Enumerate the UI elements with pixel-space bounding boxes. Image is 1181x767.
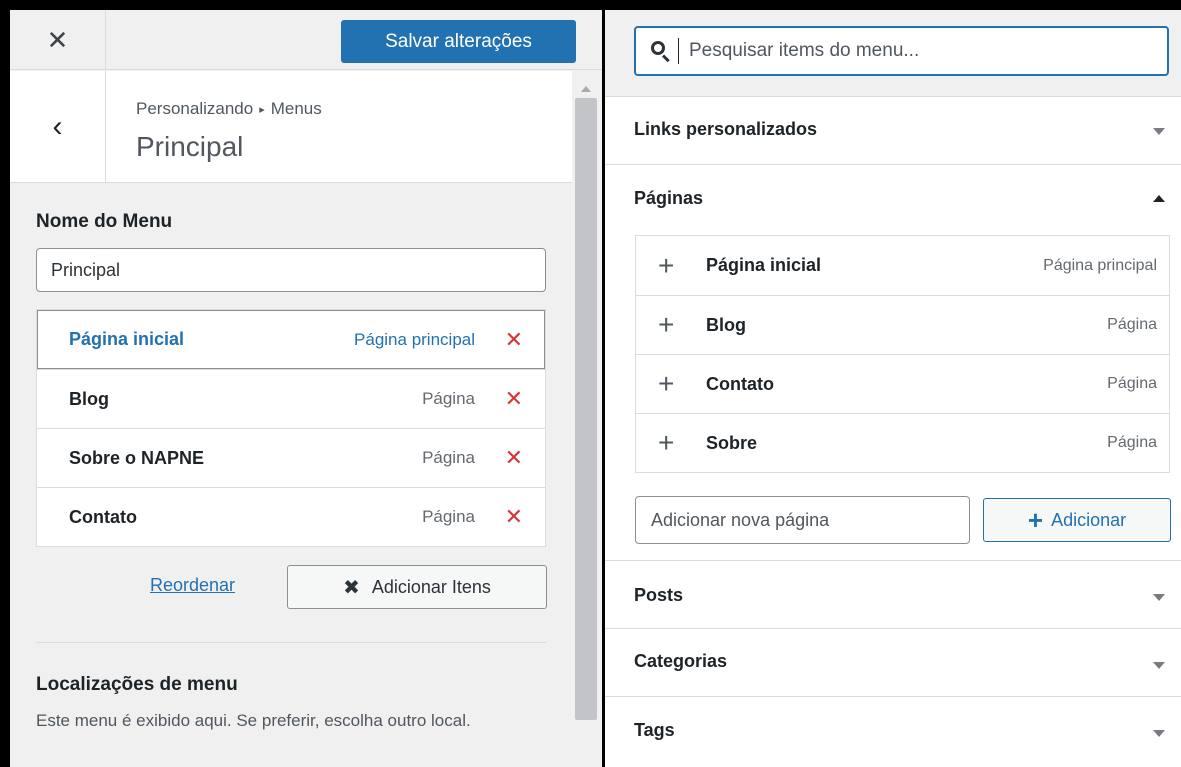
- section-title[interactable]: Páginas: [634, 188, 703, 209]
- sidebar-scrollbar[interactable]: [572, 80, 600, 767]
- menu-item-title: Sobre o NAPNE: [69, 447, 205, 468]
- plus-icon: +: [658, 309, 675, 340]
- remove-icon[interactable]: ✕: [505, 445, 523, 471]
- page-title-label: Blog: [706, 314, 746, 335]
- section-title: Posts: [634, 585, 684, 605]
- section-tags[interactable]: Tags: [605, 696, 1181, 767]
- section-title: Tags: [634, 720, 675, 740]
- page-title-label: Página inicial: [706, 255, 822, 275]
- menu-item[interactable]: Contato Página ✕: [37, 487, 545, 546]
- page-title-label: Contato: [706, 373, 774, 394]
- text-caret: [678, 38, 679, 64]
- scroll-up-arrow-icon[interactable]: [581, 86, 591, 92]
- chevron-left-icon: ‹: [52, 110, 63, 143]
- new-page-input[interactable]: Adicionar nova página: [635, 496, 970, 544]
- page-type-label: Página: [1107, 316, 1157, 333]
- pages-list: + Página inicial Página principal + Blog…: [635, 235, 1170, 473]
- menu-item-type: Página: [422, 389, 475, 408]
- section-title: Links personalizados: [634, 119, 818, 139]
- save-changes-button[interactable]: Salvar alterações: [341, 20, 576, 63]
- list-item[interactable]: + Página inicial Página principal: [636, 236, 1169, 295]
- remove-icon[interactable]: ✕: [505, 504, 523, 530]
- menu-item[interactable]: Blog Página ✕: [37, 369, 545, 428]
- available-items-panel: Links personalizados Páginas + Página in…: [605, 10, 1181, 767]
- close-icon: ✖: [343, 576, 360, 599]
- search-input[interactable]: [689, 40, 1159, 62]
- page-title: Principal: [136, 131, 244, 162]
- menu-name-label: Nome do Menu: [36, 211, 173, 232]
- add-page-label: Adicionar: [1051, 509, 1127, 530]
- add-items-label: Adicionar Itens: [371, 576, 491, 597]
- section-custom-links[interactable]: Links personalizados: [605, 96, 1181, 164]
- breadcrumb-root: Personalizando: [136, 99, 254, 118]
- back-button[interactable]: ‹: [10, 71, 106, 183]
- section-posts[interactable]: Posts: [605, 560, 1181, 628]
- plus-icon: +: [658, 427, 675, 458]
- menu-locations-description: Este menu é exibido aqui. Se preferir, e…: [36, 711, 471, 730]
- menu-item-title: Página inicial: [69, 329, 185, 349]
- search-box[interactable]: [634, 26, 1169, 76]
- list-item[interactable]: + Blog Página: [636, 295, 1169, 354]
- menu-item[interactable]: Página inicial Página principal ✕: [37, 310, 545, 369]
- remove-icon[interactable]: ✕: [505, 327, 523, 353]
- chevron-down-icon[interactable]: [1153, 594, 1165, 601]
- plus-icon: +: [658, 368, 675, 399]
- section-categories[interactable]: Categorias: [605, 628, 1181, 696]
- breadcrumb: Personalizando ▸ Menus: [136, 99, 322, 119]
- page-title-label: Sobre: [706, 432, 758, 453]
- chevron-up-icon[interactable]: [1153, 195, 1165, 202]
- breadcrumb-separator-icon: ▸: [259, 104, 265, 116]
- menu-item-title: Blog: [69, 388, 109, 409]
- search-icon: [650, 40, 672, 63]
- divider: [36, 642, 546, 643]
- menu-name-input[interactable]: Principal: [36, 248, 546, 292]
- page-type-label: Página principal: [1043, 256, 1157, 274]
- section-title: Categorias: [634, 651, 728, 671]
- menu-item-type: Página: [422, 448, 475, 467]
- menu-item-type: Página: [422, 507, 475, 526]
- menu-item-title: Contato: [69, 506, 137, 527]
- chevron-down-icon[interactable]: [1153, 128, 1165, 135]
- close-customizer-button[interactable]: ✕: [10, 10, 106, 70]
- menu-item-type: Página principal: [354, 329, 475, 349]
- menu-item[interactable]: Sobre o NAPNE Página ✕: [37, 428, 545, 487]
- page-type-label: Página: [1107, 375, 1157, 392]
- close-icon: ✕: [46, 24, 69, 55]
- add-page-button[interactable]: + Adicionar: [983, 498, 1171, 542]
- list-item[interactable]: + Sobre Página: [636, 413, 1169, 472]
- breadcrumb-current: Menus: [270, 99, 322, 118]
- customizer-sidebar: ✕ Salvar alterações ‹ Personalizando ▸ Men…: [10, 10, 602, 767]
- plus-icon: +: [658, 249, 675, 281]
- chevron-down-icon[interactable]: [1153, 730, 1165, 737]
- search-area: [605, 10, 1181, 96]
- panel-header: ‹ Personalizando ▸ Menus Principal: [10, 71, 572, 183]
- chevron-down-icon[interactable]: [1153, 662, 1165, 669]
- page-type-label: Página: [1107, 434, 1157, 451]
- scrollbar-thumb[interactable]: [575, 98, 597, 720]
- remove-icon[interactable]: ✕: [505, 386, 523, 412]
- reorder-link[interactable]: Reordenar: [150, 575, 235, 596]
- customizer-topbar: ✕ Salvar alterações: [10, 10, 602, 70]
- list-item[interactable]: + Contato Página: [636, 354, 1169, 413]
- plus-icon: +: [1027, 505, 1044, 535]
- menu-locations-title: Localizações de menu: [36, 674, 238, 695]
- add-items-button[interactable]: ✖ Adicionar Itens: [287, 565, 547, 609]
- menu-items-list: Página inicial Página principal ✕ Blog P…: [36, 309, 546, 547]
